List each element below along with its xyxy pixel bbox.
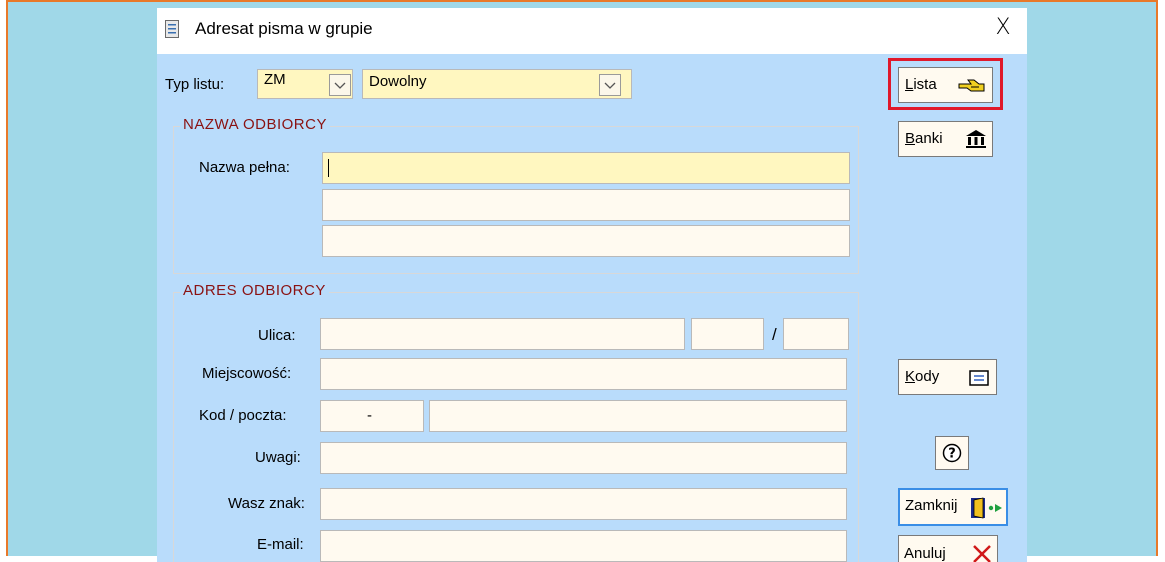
typ-listu-select[interactable]: Dowolny bbox=[362, 69, 632, 99]
document-icon bbox=[165, 20, 179, 38]
banki-accel: B bbox=[905, 130, 916, 147]
chevron-down-icon[interactable] bbox=[599, 74, 621, 96]
chevron-down-icon[interactable] bbox=[329, 74, 351, 96]
dialog-window: Adresat pisma w grupie X Typ listu: ZM D… bbox=[157, 8, 1027, 562]
flat-number-field[interactable] bbox=[783, 318, 849, 350]
nazwa-pelna-line2-field[interactable] bbox=[322, 189, 850, 221]
nazwa-pelna-line3-field[interactable] bbox=[322, 225, 850, 257]
typ-listu-code-select[interactable]: ZM bbox=[257, 69, 353, 99]
uwagi-field[interactable] bbox=[320, 442, 847, 474]
ulica-label: Ulica: bbox=[258, 327, 296, 344]
lista-label: ista bbox=[913, 76, 937, 93]
typ-listu-code-value: ZM bbox=[264, 71, 286, 88]
poczta-field[interactable] bbox=[429, 400, 847, 432]
kod-poczta-label: Kod / poczta: bbox=[199, 407, 287, 424]
bank-icon bbox=[966, 130, 986, 148]
red-x-icon bbox=[973, 545, 991, 562]
text-caret bbox=[328, 159, 329, 177]
house-separator: / bbox=[772, 325, 777, 344]
email-label: E-mail: bbox=[257, 536, 304, 553]
email-field[interactable] bbox=[320, 530, 847, 562]
window-title: Adresat pisma w grupie bbox=[195, 19, 373, 38]
nazwa-pelna-line1-field[interactable] bbox=[322, 152, 850, 184]
exit-door-icon bbox=[971, 497, 1002, 519]
ulica-field[interactable] bbox=[320, 318, 685, 350]
wasz-znak-label: Wasz znak: bbox=[228, 495, 305, 512]
typ-listu-value: Dowolny bbox=[369, 73, 427, 90]
banki-button[interactable]: Banki bbox=[898, 121, 993, 157]
miejscowosc-label: Miejscowość: bbox=[202, 365, 292, 382]
typ-listu-label: Typ listu: bbox=[165, 76, 225, 93]
dialog-body: Typ listu: ZM Dowolny NAZWA ODBIORCY Naz… bbox=[157, 54, 1027, 562]
title-bar: Adresat pisma w grupie X bbox=[157, 8, 1027, 54]
kody-label: ody bbox=[915, 368, 940, 385]
house-number-field[interactable] bbox=[691, 318, 764, 350]
envelope-icon bbox=[969, 370, 989, 386]
nazwa-pelna-label: Nazwa pełna: bbox=[199, 159, 290, 176]
banki-label: anki bbox=[915, 130, 943, 147]
kody-accel: K bbox=[905, 368, 916, 385]
wasz-znak-field[interactable] bbox=[320, 488, 847, 520]
zamknij-button[interactable]: Zamknij bbox=[898, 488, 1008, 526]
postal-code-dash: - bbox=[367, 407, 372, 424]
close-icon[interactable]: X bbox=[989, 14, 1017, 42]
postal-code-field[interactable]: - bbox=[320, 400, 424, 432]
kody-button[interactable]: Kody bbox=[898, 359, 997, 395]
pointing-hand-icon bbox=[958, 79, 985, 92]
anuluj-label: Anuluj bbox=[904, 545, 946, 562]
lista-button[interactable]: Lista bbox=[898, 67, 993, 103]
anuluj-button[interactable]: Anuluj bbox=[898, 535, 998, 562]
uwagi-label: Uwagi: bbox=[255, 449, 301, 466]
adres-odbiorcy-title: ADRES ODBIORCY bbox=[180, 282, 329, 299]
question-icon: ? bbox=[942, 443, 962, 463]
miejscowosc-field[interactable] bbox=[320, 358, 847, 390]
help-glyph: ? bbox=[948, 447, 956, 462]
help-button[interactable]: ? bbox=[935, 436, 969, 470]
nazwa-odbiorcy-title: NAZWA ODBIORCY bbox=[180, 116, 330, 133]
zamknij-label: Zamknij bbox=[905, 497, 958, 514]
